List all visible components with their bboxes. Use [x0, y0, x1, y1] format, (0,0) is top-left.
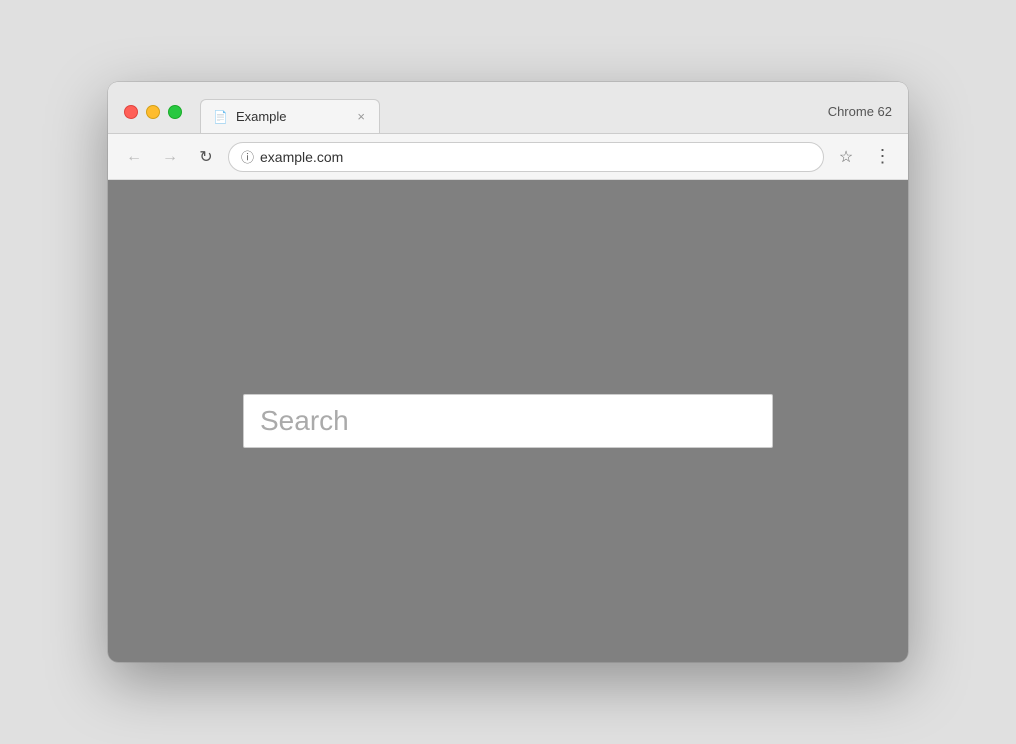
menu-button[interactable]: ⋮ — [868, 143, 896, 171]
toolbar: ← → ↻ ⓘ example.com ☆ ⋮ — [108, 134, 908, 180]
tab-icon: 📄 — [213, 110, 228, 124]
browser-window: 📄 Example × Chrome 62 ← → ↻ ⓘ example.co… — [108, 82, 908, 662]
page-content — [108, 180, 908, 662]
chrome-version-label: Chrome 62 — [828, 104, 892, 119]
browser-tab[interactable]: 📄 Example × — [200, 99, 380, 133]
tab-close-button[interactable]: × — [355, 109, 367, 124]
forward-button[interactable]: → — [156, 143, 184, 171]
reload-icon: ↻ — [199, 147, 212, 167]
search-input[interactable] — [243, 394, 773, 448]
reload-button[interactable]: ↻ — [192, 143, 220, 171]
title-bar: 📄 Example × Chrome 62 — [108, 82, 908, 134]
minimize-button[interactable] — [146, 105, 160, 119]
address-bar[interactable]: ⓘ example.com — [228, 142, 824, 172]
bookmark-button[interactable]: ☆ — [832, 143, 860, 171]
menu-icon: ⋮ — [874, 146, 891, 167]
tab-area: 📄 Example × — [200, 99, 896, 133]
traffic-lights — [124, 105, 182, 119]
maximize-button[interactable] — [168, 105, 182, 119]
back-button[interactable]: ← — [120, 143, 148, 171]
back-icon: ← — [126, 148, 142, 166]
address-text: example.com — [260, 149, 811, 165]
forward-icon: → — [162, 148, 178, 166]
star-icon: ☆ — [839, 147, 853, 167]
tab-title: Example — [236, 109, 347, 124]
info-icon: ⓘ — [241, 147, 254, 166]
close-button[interactable] — [124, 105, 138, 119]
